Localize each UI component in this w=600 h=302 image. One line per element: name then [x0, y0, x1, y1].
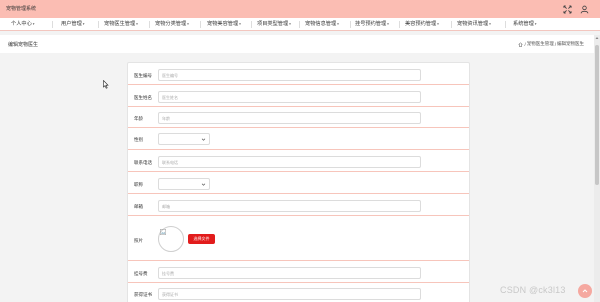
nav-divider: [350, 21, 351, 28]
form-row-email: 邮箱: [128, 194, 469, 216]
user-icon[interactable]: [579, 4, 589, 14]
certificate-label: 获得证书: [134, 292, 152, 297]
nav-divider: [505, 21, 506, 28]
position-select[interactable]: [158, 178, 210, 190]
form-row-certificate: 获得证书: [128, 283, 469, 302]
photo-preview: [158, 226, 184, 252]
scroll-up-icon[interactable]: [595, 36, 599, 40]
phone-input[interactable]: [158, 156, 421, 168]
nav-item-registration-management[interactable]: 挂号预约管理▾: [355, 20, 389, 29]
form-row-phone: 联系电话: [128, 150, 469, 172]
gender-select[interactable]: [158, 133, 210, 145]
breadcrumb-separator: /: [524, 41, 526, 47]
scrollbar-thumb[interactable]: [595, 45, 599, 185]
form-row-gender: 性别: [128, 128, 469, 150]
breadcrumb: / 宠物医生管理 / 编辑宠物医生: [518, 41, 584, 47]
breadcrumb-current: 编辑宠物医生: [557, 41, 584, 46]
chevron-down-icon: [201, 183, 206, 186]
photo-label: 照片: [134, 238, 143, 243]
gender-label: 性别: [134, 137, 143, 142]
fee-label: 挂号费: [134, 271, 148, 276]
nav-item-pet-info-management[interactable]: 宠物信息管理▾: [305, 20, 339, 29]
form-row-doctor-name: 医生姓名: [128, 85, 469, 107]
breadcrumb-separator: /: [554, 41, 556, 47]
fee-input[interactable]: [158, 267, 421, 279]
position-label: 职称: [134, 182, 143, 187]
nav-divider: [149, 21, 150, 28]
nav-divider: [299, 21, 300, 28]
mouse-cursor-icon: [103, 80, 109, 89]
page-scrollbar[interactable]: [594, 35, 600, 302]
form-row-position: 职称: [128, 172, 469, 194]
nav-item-grooming-management[interactable]: 宠物美容管理▾: [207, 20, 241, 29]
email-input[interactable]: [158, 200, 421, 212]
breadcrumb-doctor-management[interactable]: 宠物医生管理: [527, 41, 554, 47]
nav-divider: [52, 21, 53, 28]
page-title: 编辑宠物医生: [8, 42, 39, 48]
nav-item-grooming-booking-management[interactable]: 美容预约管理▾: [405, 20, 439, 29]
doctor-name-input[interactable]: [158, 91, 421, 103]
broken-image-icon: [160, 229, 166, 235]
back-to-top-button[interactable]: [578, 284, 592, 298]
phone-label: 联系电话: [134, 160, 152, 165]
edit-doctor-form: 医生编号 医生姓名 年龄 性别 联系电话 职称 邮箱 照片 选择文件: [127, 62, 470, 302]
nav-divider: [251, 21, 252, 28]
chevron-down-icon: [201, 138, 206, 141]
fullscreen-icon[interactable]: [562, 4, 572, 14]
nav-item-system-management[interactable]: 系统管理▾: [513, 20, 537, 29]
form-row-photo: 照片 选择文件: [128, 216, 469, 261]
nav-item-project-type-management[interactable]: 项目类型管理▾: [257, 20, 291, 29]
age-label: 年龄: [134, 116, 143, 121]
arrow-up-icon: [582, 289, 588, 293]
nav-item-user-management[interactable]: 用户管理▾: [61, 20, 85, 29]
watermark-text: CSDN @ck3l13: [500, 285, 566, 295]
nav-divider: [98, 21, 99, 28]
nav-divider: [200, 21, 201, 28]
nav-divider: [399, 21, 400, 28]
doctor-id-input[interactable]: [158, 69, 421, 81]
nav-item-category-management[interactable]: 宠物分类管理▾: [155, 20, 189, 29]
form-row-age: 年龄: [128, 107, 469, 128]
top-bar: 宠物管理系统: [0, 0, 600, 18]
main-nav: 个人中心▾ 用户管理▾ 宠物医生管理▾ 宠物分类管理▾ 宠物美容管理▾ 项目类型…: [0, 18, 600, 31]
home-icon[interactable]: [518, 41, 524, 47]
page-header: 编辑宠物医生 / 宠物医生管理 / 编辑宠物医生: [0, 35, 600, 53]
doctor-name-label: 医生姓名: [134, 95, 152, 100]
certificate-input[interactable]: [158, 288, 421, 300]
app-title: 宠物管理系统: [6, 6, 37, 12]
age-input[interactable]: [158, 112, 421, 124]
form-row-doctor-id: 医生编号: [128, 63, 469, 85]
doctor-id-label: 医生编号: [134, 73, 152, 78]
nav-item-doctor-management[interactable]: 宠物医生管理▾: [104, 20, 138, 29]
nav-item-news-management[interactable]: 宠物资讯管理▾: [457, 20, 491, 29]
form-row-fee: 挂号费: [128, 261, 469, 283]
nav-item-personal-center[interactable]: 个人中心▾: [11, 20, 35, 29]
choose-file-button[interactable]: 选择文件: [188, 234, 215, 244]
nav-divider: [451, 21, 452, 28]
email-label: 邮箱: [134, 204, 143, 209]
